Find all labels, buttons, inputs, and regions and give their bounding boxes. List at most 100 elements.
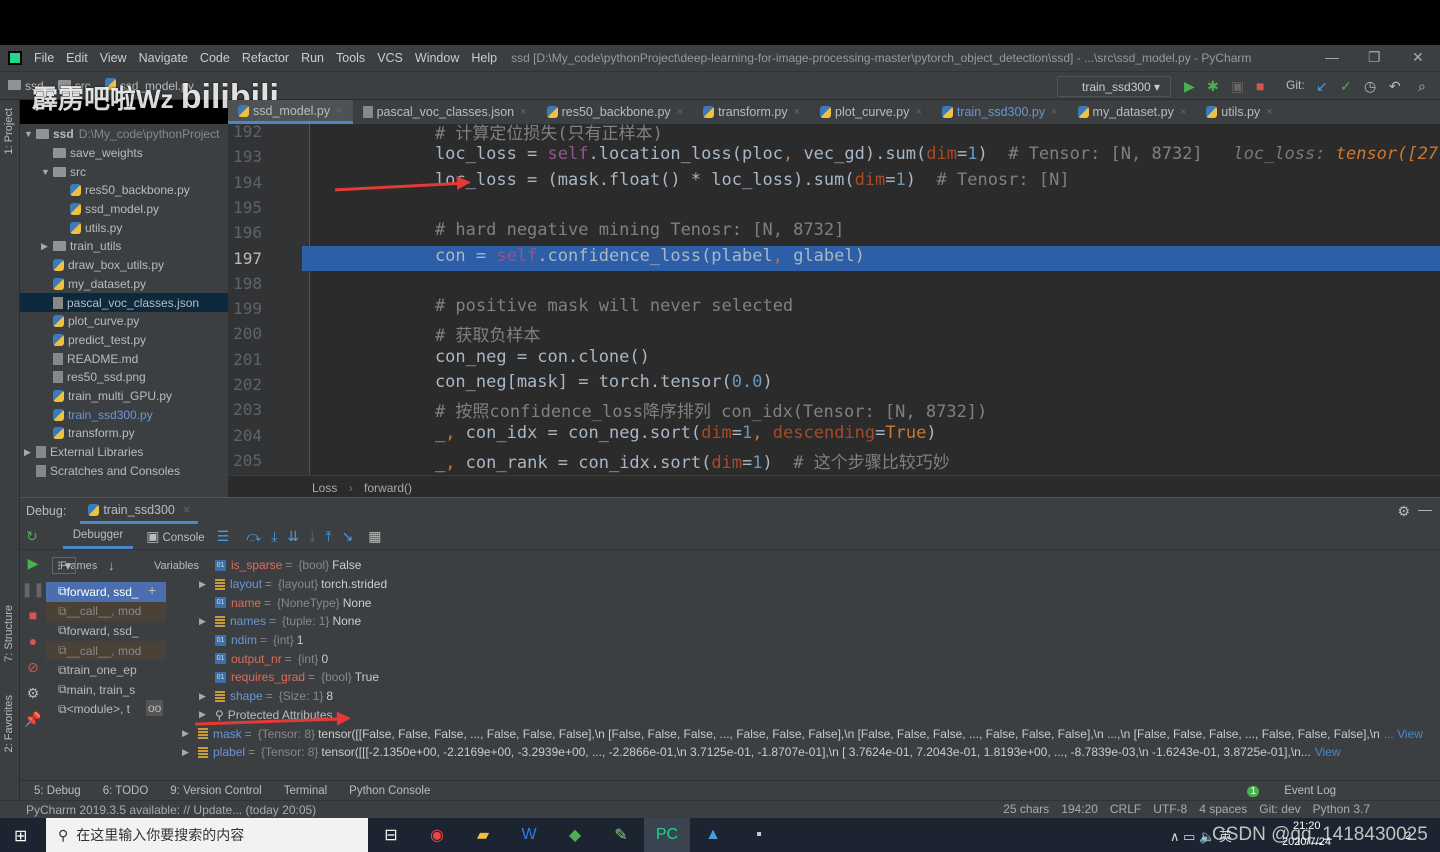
file-explorer-icon[interactable]: ▰ [460,818,506,852]
status-item[interactable]: Python 3.7 [1313,802,1370,816]
mute-breakpoints-icon[interactable]: ⊘ [20,654,46,680]
debug-icon[interactable]: ✱ [1207,78,1219,95]
code-line[interactable]: # 计算定位损失(只有正样本) [394,124,663,144]
tab-debugger[interactable]: Debugger [62,524,134,549]
tab-ssd_model-py[interactable]: ssd_model.py × [228,100,353,124]
restore-button[interactable]: ❐ [1368,49,1381,66]
tree-item[interactable]: res50_backbone.py [20,181,228,200]
variable-row[interactable]: 01 output_nr = {int} 0 [199,649,1440,668]
expand-icon[interactable]: ▶ [199,616,215,627]
stop-icon[interactable]: ■ [1256,78,1264,94]
git-commit-icon[interactable]: ✓ [1340,78,1352,95]
expand-icon[interactable]: ▶ [182,728,198,739]
pause-icon[interactable]: ❚❚ [20,576,46,602]
code-line[interactable]: # hard negative mining Tenosr: [N, 8732] [394,220,844,240]
expand-icon[interactable]: ▶ [199,709,215,720]
add-watch-icon[interactable]: + [148,582,156,598]
evaluate-icon[interactable]: ▦ [368,528,381,545]
debug-session-tab[interactable]: train_ssd300 × [80,498,199,524]
variable-row[interactable]: ▶ names = {tuple: 1} None [199,612,1440,631]
debug-settings-icon[interactable]: ⚙ [20,680,46,706]
tree-item[interactable]: transform.py [20,424,228,443]
structure-tool-button[interactable]: 7: Structure [3,605,15,662]
tree-item[interactable]: train_multi_GPU.py [20,387,228,406]
code-line[interactable]: loc_loss = self.location_loss(ploc, vec_… [394,144,1440,164]
menu-view[interactable]: View [100,51,127,65]
tab-pascal_voc_classes-json[interactable]: pascal_voc_classes.json × [353,100,537,124]
show-watches-icon[interactable]: oo [146,700,164,716]
expand-icon[interactable]: ▶ [182,747,198,758]
chevron-right-icon[interactable]: ▶ [24,447,36,458]
close-tab-icon[interactable]: × [1180,106,1186,118]
search-icon[interactable]: ⌕ [1418,78,1426,95]
status-item[interactable]: 25 chars [1003,802,1049,816]
tab-res50_backbone-py[interactable]: res50_backbone.py × [537,100,694,124]
tree-item[interactable]: ▼ ssd D:\My_code\pythonProject [20,125,228,144]
expand-icon[interactable]: ▶ [199,691,215,702]
close-tab-icon[interactable]: × [794,106,800,118]
code-line[interactable]: loc_loss = (mask.float() * loc_loss).sum… [394,170,1070,190]
status-item[interactable]: Git: dev [1259,802,1300,816]
tab-plot_curve-py[interactable]: plot_curve.py × [810,100,932,124]
clock-date[interactable]: 2020/7/24 [1282,836,1331,848]
code-line[interactable]: _, con_rank = con_idx.sort(dim=1) # 这个步骤… [394,448,950,473]
menu-run[interactable]: Run [301,51,324,65]
breadcrumb-method[interactable]: forward() [364,481,412,495]
code-line[interactable]: con = self.confidence_loss(plabel, glabe… [394,246,865,266]
start-icon[interactable]: ⊞ [14,826,27,846]
view-link[interactable]: View [1315,745,1341,759]
chevron-right-icon[interactable]: ▶ [41,241,53,252]
coverage-icon[interactable]: ▣ [1231,78,1244,95]
variable-row[interactable]: ▶ layout = {layout} torch.strided [199,575,1440,594]
tab-transform-py[interactable]: transform.py × [693,100,810,124]
code-line[interactable]: con_neg[mask] = torch.tensor(0.0) [394,372,773,392]
tool-window-python-console[interactable]: Python Console [349,785,430,797]
chrome-icon[interactable]: ◉ [414,818,460,852]
frame-down-icon[interactable]: ↓ [108,558,115,573]
force-step-into-icon[interactable]: ⤓ [309,528,315,545]
close-tab-icon[interactable]: × [915,106,921,118]
status-item[interactable]: CRLF [1110,802,1141,816]
update-message[interactable]: PyCharm 2019.3.5 available: // Update...… [26,803,316,817]
step-over-icon[interactable]: ⤼ [246,528,261,545]
pycharm-taskbar-icon[interactable]: PC [644,818,690,852]
menu-vcs[interactable]: VCS [377,51,403,65]
tree-item[interactable]: ssd_model.py [20,200,228,219]
tree-item[interactable]: ▶ External Libraries [20,443,228,462]
stack-frame[interactable]: ⧉ __call__, mod [46,601,166,622]
taskbar-search[interactable]: ⚲ 在这里输入你要搜索的内容 [46,818,368,852]
stack-frame[interactable]: ⧉ forward, ssd_ [46,621,166,641]
view-breakpoints-icon[interactable]: ● [20,628,46,654]
status-item[interactable]: 194:20 [1061,802,1098,816]
step-out-icon[interactable]: ⤒ [325,528,331,545]
close-tab-icon[interactable]: × [677,106,683,118]
step-into-my-code-icon[interactable]: ⇊ [287,528,299,545]
step-into-icon[interactable]: ⤓ [271,528,277,545]
menu-navigate[interactable]: Navigate [139,51,188,65]
tab-train_ssd300-py[interactable]: train_ssd300.py × [932,100,1068,124]
hide-icon[interactable]: — [1418,501,1432,517]
photos-icon[interactable]: ▲ [690,818,736,852]
layout-icon[interactable]: ☰ [217,528,230,545]
close-tab-icon[interactable]: × [336,105,342,117]
stack-frame[interactable]: ⧉ train_one_ep [46,660,166,680]
variable-row[interactable]: ▶ shape = {Size: 1} 8 [199,687,1440,706]
variable-row[interactable]: 01 ndim = {int} 1 [199,631,1440,650]
history-icon[interactable]: ◷ [1364,78,1376,95]
close-tab-icon[interactable]: × [1051,106,1057,118]
tool-window-6-todo[interactable]: 6: TODO [103,785,149,797]
app-icon[interactable]: ◆ [552,818,598,852]
variable-row[interactable]: ▶ ⚲ Protected Attributes [199,706,1440,725]
variable-row[interactable]: 01 requires_grad = {bool} True [199,668,1440,687]
status-item[interactable]: UTF-8 [1153,802,1187,816]
pin-icon[interactable]: 📌 [20,706,46,732]
thread-selector[interactable]: ⁝ ▾ [52,557,77,574]
menu-edit[interactable]: Edit [66,51,88,65]
code-editor[interactable]: 192 193 194 195 196 197 198 199 200 201 202 203 204 2… [228,124,1440,475]
menu-file[interactable]: File [34,51,54,65]
menu-tools[interactable]: Tools [336,51,365,65]
stack-frame[interactable]: ⧉ __call__, mod [46,640,166,661]
menu-help[interactable]: Help [471,51,497,65]
favorites-tool-button[interactable]: 2: Favorites [3,695,15,752]
run-config-dropdown[interactable]: train_ssd300 ▾ [1057,76,1171,97]
